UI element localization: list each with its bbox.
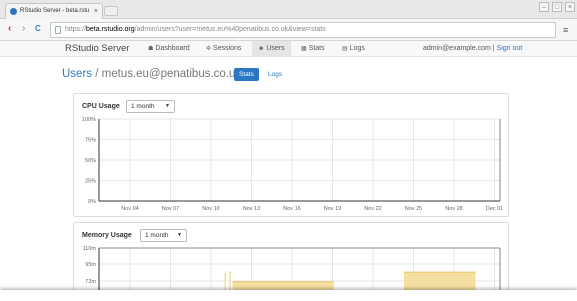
page-title: Users / metus.eu@penatibus.co.uk [62, 67, 241, 81]
cpu-y-tick-label: 75% [85, 138, 96, 144]
cpu-usage-panel: CPU Usage 1 month ▼ 0% 25% 50% 75% 100% Nov 04… [73, 93, 509, 217]
file-icon: ▤ [342, 46, 348, 52]
nav-dashboard[interactable]: ☗ Dashboard [148, 41, 190, 56]
tab-close-icon[interactable]: × [94, 4, 98, 19]
tab-title: RStudio Server - beta.rstu [20, 8, 90, 14]
nav-logs-label: Logs [349, 45, 365, 52]
nav-users[interactable]: ☻ Users [252, 41, 291, 56]
cpu-y-tick-label: 25% [85, 179, 96, 185]
new-tab-button[interactable] [104, 6, 118, 16]
nav-logs[interactable]: ▤ Logs [342, 41, 365, 56]
cpu-x-tick-label: Nov 25 [405, 206, 422, 212]
cpu-y-tick-label: 50% [85, 158, 96, 164]
app-navbar: RStudio Server ☗ Dashboard ✲ Sessions ☻ Use… [0, 41, 577, 57]
brand-link[interactable]: RStudio Server [65, 41, 129, 56]
cpu-x-tick-label: Nov 04 [121, 206, 138, 212]
cpu-x-tick-label: Nov 16 [283, 206, 300, 212]
dashboard-icon: ☗ [148, 46, 154, 52]
tab-logs[interactable]: Logs [263, 68, 287, 81]
current-user-name: metus.eu@penatibus.co.uk [101, 68, 242, 80]
sign-out-link[interactable]: Sign out [497, 45, 523, 52]
rstudio-favicon-icon [10, 8, 17, 15]
user-icon: ☻ [258, 46, 265, 52]
address-bar-input[interactable]: https://beta.rstudio.org/admin/users?use… [50, 22, 556, 38]
nav-sessions[interactable]: ✲ Sessions [206, 41, 241, 56]
breadcrumb-separator: / [92, 68, 102, 80]
gears-icon: ✲ [206, 46, 212, 52]
memory-y-tick-label: 110m [83, 246, 97, 252]
cpu-x-tick-label: Nov 28 [445, 206, 462, 212]
back-arrow-icon[interactable]: ‹ [8, 24, 11, 34]
cpu-x-tick-label: Dec 01 [486, 206, 503, 212]
cpu-x-tick-label: Nov 19 [324, 206, 341, 212]
nav-sessions-label: Sessions [213, 45, 242, 52]
forward-arrow-icon[interactable]: › [22, 24, 25, 34]
memory-y-tick-label: 72m [85, 279, 96, 285]
browser-tab-strip: RStudio Server - beta.rstu × – □ × [0, 0, 577, 19]
memory-y-tick-label: 95m [85, 262, 96, 268]
chart-icon: ▦ [301, 46, 307, 52]
window-bottom-edge [0, 290, 577, 301]
minimize-window-icon[interactable]: – [539, 2, 549, 12]
url-scheme: https:// [65, 26, 87, 33]
browser-toolbar: ‹ › C https://beta.rstudio.org/admin/use… [0, 19, 577, 41]
user-menu: admin@example.com | Sign out [423, 41, 522, 56]
cpu-x-tick-label: Nov 07 [162, 206, 179, 212]
browser-tab[interactable]: RStudio Server - beta.rstu × [5, 3, 103, 19]
tab-stats[interactable]: Stats [234, 68, 259, 81]
cpu-y-tick-label: 0% [88, 199, 96, 205]
cpu-usage-chart: 0% 25% 50% 75% 100% Nov 04 Nov 07 Nov 10 Nov 13 N… [82, 117, 503, 212]
url-host: beta.rstudio.org [86, 26, 135, 33]
nav-stats-label: Stats [308, 45, 325, 52]
users-breadcrumb-link[interactable]: Users [62, 68, 92, 80]
cpu-x-tick-label: Nov 13 [243, 206, 260, 212]
cpu-y-tick-label: 100% [82, 117, 96, 123]
maximize-window-icon[interactable]: □ [552, 2, 562, 12]
reload-icon[interactable]: C [35, 24, 41, 34]
cpu-x-tick-label: Nov 10 [202, 206, 219, 212]
nav-users-label: Users [266, 45, 285, 52]
signed-in-user-email: admin@example.com [423, 45, 491, 52]
nav-dashboard-label: Dashboard [155, 45, 190, 52]
browser-menu-icon[interactable]: ≡ [563, 25, 568, 35]
cpu-x-tick-label: Nov 22 [364, 206, 381, 212]
nav-stats[interactable]: ▦ Stats [301, 41, 325, 56]
page-info-icon[interactable] [55, 26, 61, 34]
close-window-icon[interactable]: × [565, 2, 575, 12]
url-path: /admin/users?user=metus.eu%40penatibus.c… [134, 26, 326, 33]
